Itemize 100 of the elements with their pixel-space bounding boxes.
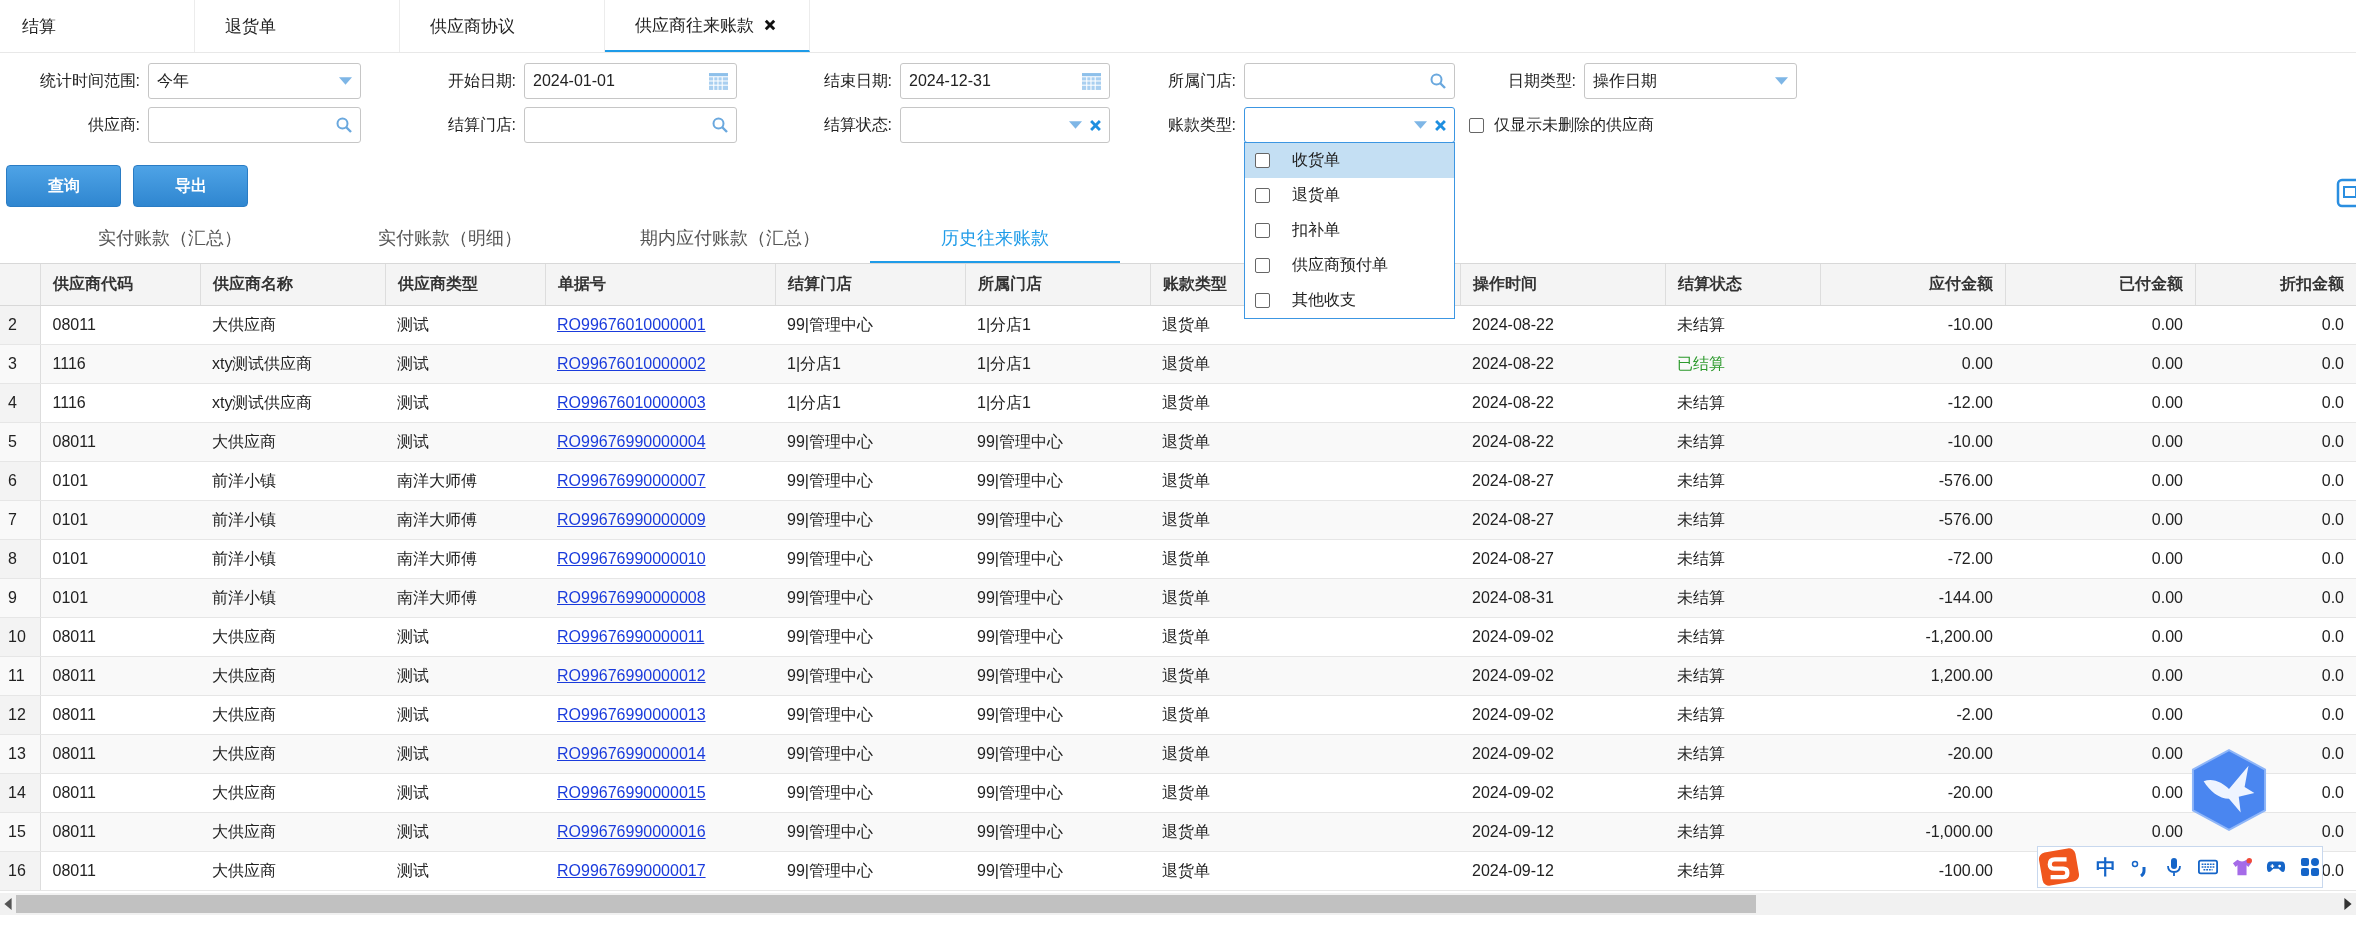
tab[interactable]: 退货单 bbox=[195, 0, 400, 52]
tab[interactable]: 期内应付账款（汇总） bbox=[590, 221, 870, 263]
table-cell: 0.00 bbox=[2151, 667, 2183, 684]
document-link[interactable]: RO99676990000015 bbox=[557, 784, 706, 801]
row-number: 5 bbox=[8, 433, 17, 450]
search-field[interactable] bbox=[1244, 63, 1455, 99]
table-cell: 已结算 bbox=[1677, 354, 1725, 372]
table-cell: 1116 bbox=[52, 355, 86, 372]
column-header[interactable]: 已付金额 bbox=[2118, 275, 2183, 292]
checkbox[interactable] bbox=[1255, 188, 1270, 203]
checkbox[interactable] bbox=[1255, 258, 1270, 273]
table-cell: 08011 bbox=[52, 316, 96, 333]
scrollbar-thumb[interactable] bbox=[16, 895, 1756, 913]
row-number: 6 bbox=[8, 472, 17, 489]
table-cell: 测试 bbox=[397, 315, 429, 333]
row-number: 9 bbox=[8, 589, 17, 606]
table-cell: 测试 bbox=[397, 666, 429, 684]
table-cell: 0.0 bbox=[2321, 316, 2344, 333]
checkbox[interactable] bbox=[1255, 293, 1270, 308]
horizontal-scrollbar[interactable] bbox=[0, 893, 2356, 915]
document-link[interactable]: RO99676990000010 bbox=[557, 550, 706, 567]
table-cell: 1|分店1 bbox=[977, 354, 1031, 372]
column-header[interactable]: 结算状态 bbox=[1677, 275, 1742, 292]
table-cell: 0101 bbox=[52, 550, 89, 567]
table-cell: 08011 bbox=[52, 628, 96, 645]
select-field[interactable] bbox=[1244, 107, 1455, 143]
table-cell: 99|管理中心 bbox=[787, 510, 873, 528]
column-header[interactable]: 账款类型 bbox=[1162, 275, 1227, 292]
table-cell: 99|管理中心 bbox=[977, 666, 1063, 684]
table-cell: 0.00 bbox=[2151, 589, 2183, 606]
column-header[interactable]: 所属门店 bbox=[977, 275, 1042, 292]
caret-icon bbox=[1775, 76, 1788, 86]
column-header[interactable]: 供应商名称 bbox=[212, 275, 293, 292]
checkbox[interactable] bbox=[1255, 223, 1270, 238]
date-field[interactable]: 2024-12-31 bbox=[900, 63, 1110, 99]
table-cell: 前洋小镇 bbox=[212, 471, 276, 489]
checkbox[interactable] bbox=[1469, 117, 1484, 133]
table-cell: 大供应商 bbox=[212, 783, 276, 801]
dropdown-option[interactable]: 扣补单 bbox=[1245, 213, 1454, 248]
date-field[interactable]: 2024-01-01 bbox=[524, 63, 737, 99]
tab[interactable]: 结算 bbox=[0, 0, 195, 52]
table-cell: 未结算 bbox=[1677, 588, 1725, 606]
table-cell: 南洋大师傅 bbox=[397, 471, 477, 489]
document-link[interactable]: RO99676010000001 bbox=[557, 316, 706, 333]
tab[interactable]: 实付账款（汇总） bbox=[30, 221, 310, 263]
table-cell: 0.0 bbox=[2321, 823, 2344, 840]
tab[interactable]: 实付账款（明细） bbox=[310, 221, 590, 263]
search-icon bbox=[1430, 73, 1446, 89]
table-cell: 0.00 bbox=[2151, 745, 2183, 762]
table-cell: 0101 bbox=[52, 472, 89, 489]
table-cell: 退货单 bbox=[1162, 822, 1210, 840]
field-label: 账款类型: bbox=[1166, 114, 1237, 135]
checkbox[interactable] bbox=[1255, 153, 1270, 168]
table-cell: 99|管理中心 bbox=[787, 705, 873, 723]
table-cell: 退货单 bbox=[1162, 471, 1210, 489]
column-header[interactable]: 操作时间 bbox=[1472, 275, 1537, 292]
table-cell: 大供应商 bbox=[212, 744, 276, 762]
search-field[interactable] bbox=[524, 107, 737, 143]
table-cell: 2024-09-12 bbox=[1472, 862, 1554, 879]
table-cell: 0.0 bbox=[2321, 511, 2344, 528]
search-icon bbox=[712, 117, 728, 133]
select-field[interactable]: 今年 bbox=[148, 63, 361, 99]
dropdown-option[interactable]: 退货单 bbox=[1245, 178, 1454, 213]
column-header[interactable]: 单据号 bbox=[557, 275, 606, 292]
table-cell: 99|管理中心 bbox=[787, 588, 873, 606]
table-cell: 1116 bbox=[52, 394, 86, 411]
column-header[interactable]: 应付金额 bbox=[1928, 275, 1993, 292]
row-number: 11 bbox=[8, 667, 25, 684]
document-link[interactable]: RO99676990000007 bbox=[557, 472, 706, 489]
search-field[interactable] bbox=[148, 107, 361, 143]
table-cell: 未结算 bbox=[1677, 510, 1725, 528]
tab[interactable]: 供应商往来账款 bbox=[605, 0, 810, 52]
dropdown-option[interactable]: 供应商预付单 bbox=[1245, 248, 1454, 283]
dropdown-option[interactable]: 其他收支 bbox=[1245, 283, 1454, 318]
column-header[interactable]: 结算门店 bbox=[787, 275, 852, 292]
table-cell: 未结算 bbox=[1677, 432, 1725, 450]
table-cell: 0.0 bbox=[2321, 472, 2344, 489]
field-label: 结算门店: bbox=[446, 114, 517, 135]
ime-mode[interactable]: 中 bbox=[2096, 853, 2116, 881]
calendar-icon bbox=[709, 72, 728, 90]
table-cell: 未结算 bbox=[1677, 822, 1725, 840]
document-link[interactable]: RO99676990000013 bbox=[557, 706, 706, 723]
table-cell: -100.00 bbox=[1938, 862, 1993, 879]
table-cell: -576.00 bbox=[1938, 472, 1993, 489]
table-cell: -12.00 bbox=[1947, 394, 1993, 411]
row-number: 10 bbox=[8, 628, 26, 645]
select-field[interactable] bbox=[900, 107, 1110, 143]
document-link[interactable]: RO99676990000017 bbox=[557, 862, 706, 879]
document-link[interactable]: RO99676010000003 bbox=[557, 394, 706, 411]
select-field[interactable]: 操作日期 bbox=[1584, 63, 1797, 99]
table-cell: 未结算 bbox=[1677, 393, 1725, 411]
document-link[interactable]: RO99676990000011 bbox=[557, 628, 705, 645]
column-header[interactable]: 折扣金额 bbox=[2279, 275, 2344, 292]
table-cell: 未结算 bbox=[1677, 666, 1725, 684]
dropdown-option[interactable]: 收货单 bbox=[1245, 143, 1454, 178]
table-cell: 2024-08-22 bbox=[1472, 394, 1554, 411]
tab[interactable]: 供应商协议 bbox=[400, 0, 605, 52]
table-cell: 退货单 bbox=[1162, 354, 1210, 372]
table-cell: 08011 bbox=[52, 745, 96, 762]
clear-icon bbox=[1090, 119, 1101, 131]
